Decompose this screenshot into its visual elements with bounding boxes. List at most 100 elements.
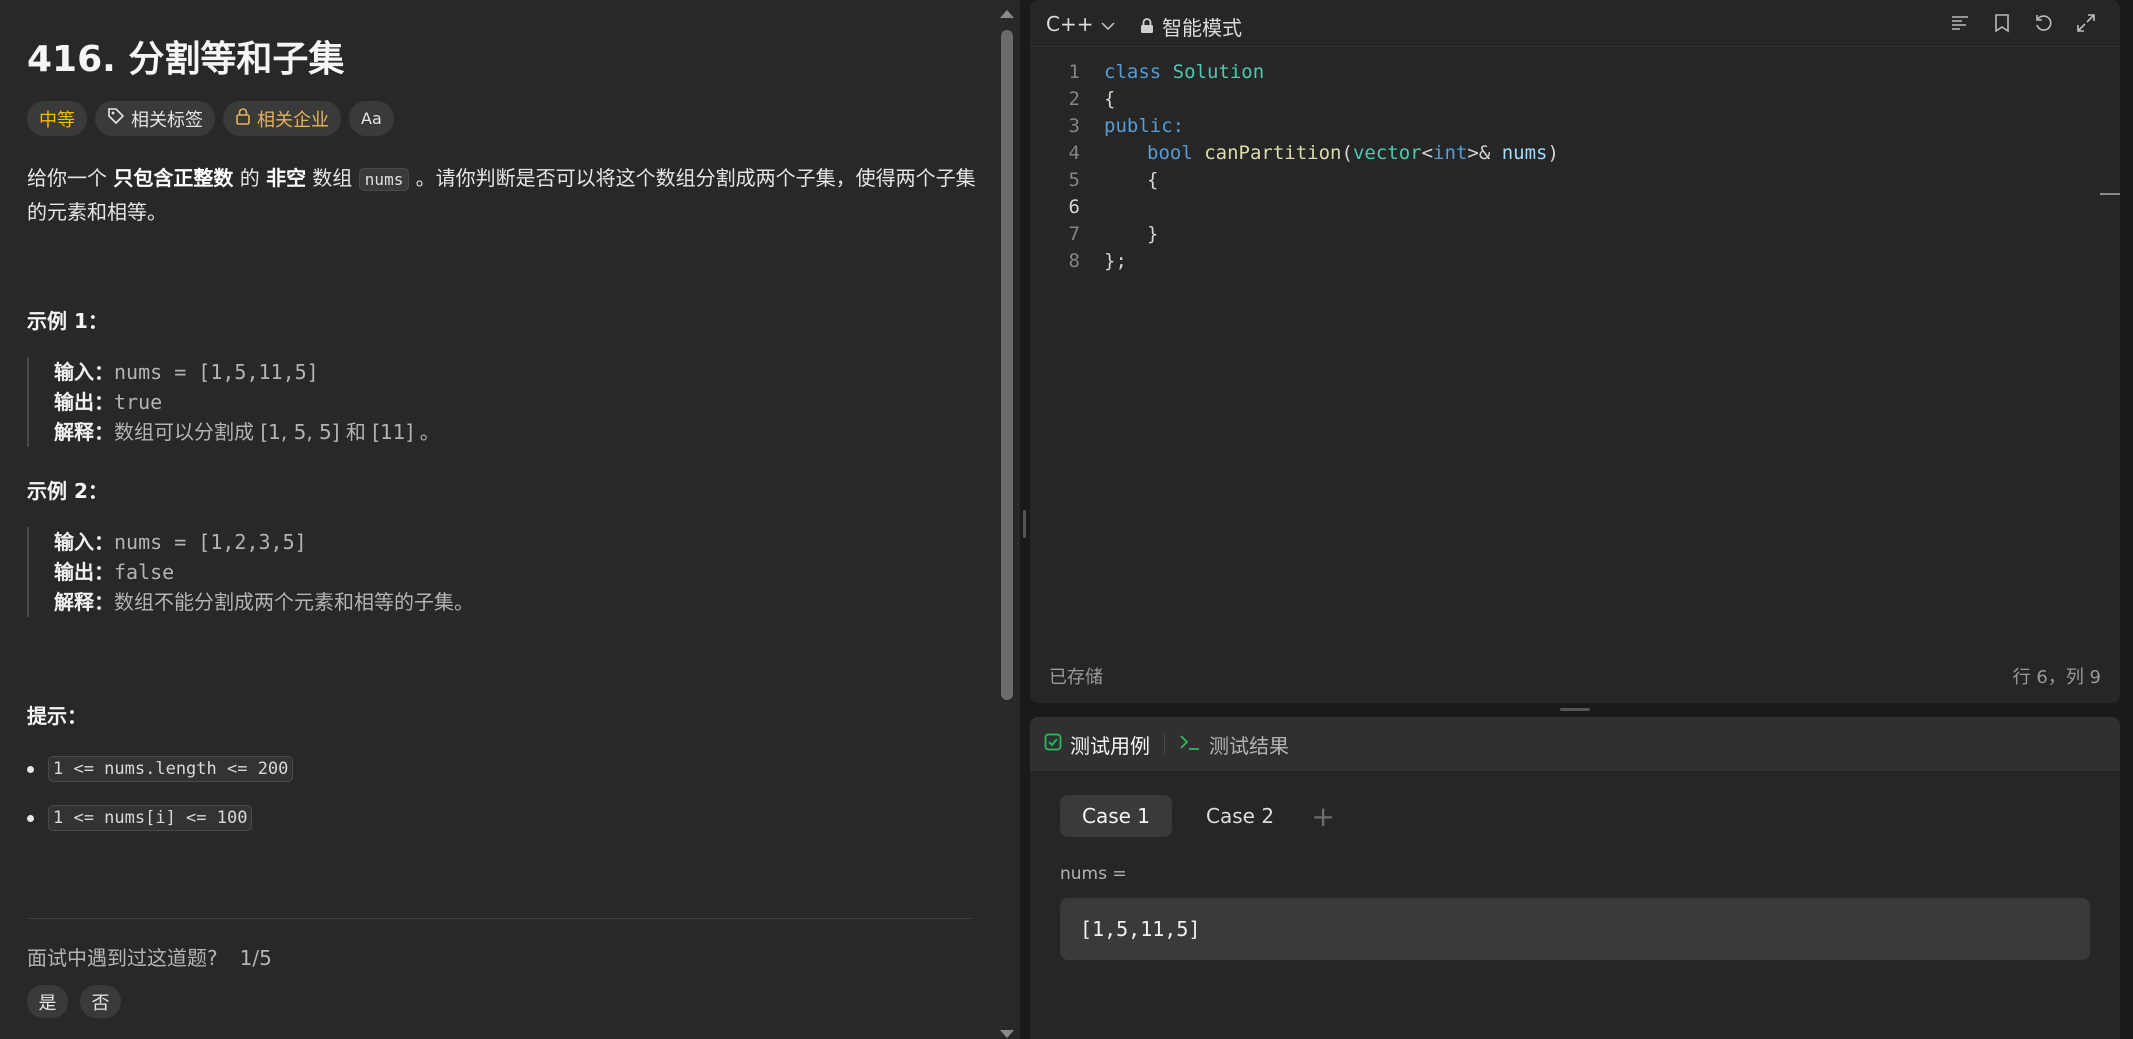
problem-title: 416. 分割等和子集 (27, 39, 345, 80)
related-companies-button[interactable]: 相关企业 (223, 101, 341, 136)
scroll-up-icon[interactable] (1000, 10, 1014, 18)
interview-question: 面试中遇到过这道题? 1/5 (27, 942, 272, 971)
code-line: 4 bool canPartition(vector<int>& nums) (1030, 139, 1559, 166)
mode-label: 智能模式 (1162, 16, 1242, 40)
code-token: { (1147, 168, 1159, 191)
reset-icon[interactable] (2032, 11, 2056, 35)
input-value: nums = [1,5,11,5] (114, 360, 319, 384)
divider (27, 918, 972, 919)
hints-title: 提示： (27, 704, 87, 728)
output-value: false (114, 560, 175, 584)
checkbox-icon (1044, 732, 1062, 756)
editor-statusbar: 已存储 行 6，列 9 (1049, 663, 2101, 689)
lock-icon (235, 107, 251, 130)
saved-status: 已存储 (1049, 667, 1103, 688)
splitter-grip[interactable] (1023, 510, 1026, 538)
bookmark-icon[interactable] (1990, 11, 2014, 35)
input-label: 输入： (54, 360, 114, 384)
problem-tags: 中等 相关标签 相关企业 Aa (27, 101, 394, 136)
code-token: int (1433, 141, 1468, 164)
code-token: < (1421, 141, 1434, 164)
format-icon[interactable] (1948, 11, 1972, 35)
cursor-position: 行 6，列 9 (2012, 667, 2101, 688)
case-2-tab[interactable]: Case 2 (1184, 795, 1296, 837)
statement-bold: 非空 (266, 166, 307, 190)
translate-button[interactable]: Aa (349, 101, 394, 136)
explain-label: 解释： (54, 420, 114, 444)
case-1-tab[interactable]: Case 1 (1060, 795, 1173, 837)
editor-actions (1948, 11, 2098, 35)
code-editor-panel: C++ 智能模式 1 class Solution 2 {3 public: … (1030, 0, 2120, 703)
output-label: 输出： (54, 560, 114, 584)
explain-value: 数组可以分割成 [1, 5, 5] 和 [11] 。 (114, 420, 440, 444)
explain-label: 解释： (54, 590, 114, 614)
problem-statement: 给你一个 只包含正整数 的 非空 数组 nums 。请你判断是否可以将这个数组分… (27, 162, 977, 228)
line-number: 8 (1068, 249, 1080, 272)
tag-icon (107, 107, 125, 130)
editor-scroll-marker[interactable] (2100, 193, 2120, 195)
fullscreen-icon[interactable] (2074, 11, 2098, 35)
code-line: 5 { (1030, 166, 1159, 193)
param-input[interactable]: [1,5,11,5] (1060, 898, 2090, 960)
line-number: 1 (1068, 60, 1080, 83)
splitter-grip[interactable] (1560, 708, 1590, 711)
scrollbar-thumb[interactable] (1001, 30, 1013, 700)
yes-button[interactable]: 是 (27, 985, 68, 1018)
line-number: 4 (1068, 141, 1080, 164)
code-token: { (1104, 87, 1116, 110)
statement-text: 数组 (306, 166, 359, 190)
code-token: >& (1467, 141, 1502, 164)
output-value: true (114, 390, 163, 414)
horizontal-splitter[interactable] (1030, 703, 2120, 717)
related-tags-label: 相关标签 (131, 109, 203, 131)
test-panel: 测试用例 测试结果 Case 1 Case 2 + nums = [1,5,11… (1030, 717, 2120, 1039)
difficulty-badge[interactable]: 中等 (27, 101, 87, 136)
line-number: 5 (1068, 168, 1080, 191)
window-edge (2120, 0, 2133, 1039)
test-panel-tabs: 测试用例 测试结果 (1030, 717, 2120, 771)
interview-question-label: 面试中遇到过这道题? (27, 946, 218, 970)
mode-selector[interactable]: 智能模式 (1140, 12, 1242, 41)
tab-testcases-label: 测试用例 (1070, 733, 1150, 758)
interview-count: 1/5 (239, 946, 272, 970)
example-2-block: 输入：nums = [1,2,3,5] 输出：false 解释：数组不能分割成两… (27, 527, 474, 617)
code-line: 1 class Solution (1030, 58, 1265, 85)
code-token: bool (1147, 141, 1193, 164)
hint-item: 1 <= nums.length <= 200 (27, 756, 294, 782)
related-tags-button[interactable]: 相关标签 (95, 101, 215, 136)
add-case-icon[interactable]: + (1308, 800, 1338, 833)
code-token: vector (1352, 141, 1422, 164)
output-label: 输出： (54, 390, 114, 414)
no-button[interactable]: 否 (80, 985, 121, 1018)
lock-icon (1140, 15, 1154, 39)
param-label: nums = (1060, 864, 1127, 884)
code-token: nums (1501, 141, 1548, 164)
translate-icon: Aa (361, 109, 382, 128)
code-token: ( (1341, 141, 1353, 164)
interview-answer-buttons: 是 否 (27, 985, 121, 1018)
scroll-down-icon[interactable] (1000, 1030, 1014, 1038)
line-number: 3 (1068, 114, 1080, 137)
description-scrollbar[interactable] (996, 0, 1016, 1039)
input-label: 输入： (54, 530, 114, 554)
statement-text: 的 (233, 166, 267, 190)
bullet (27, 814, 34, 822)
problem-description-panel: 416. 分割等和子集 中等 相关标签 相关企业 Aa 给你一个 只包含正整数 … (0, 0, 1020, 1039)
vertical-splitter[interactable] (1020, 0, 1030, 1039)
explain-value: 数组不能分割成两个元素和相等的子集。 (114, 590, 474, 614)
code-line: 2 { (1030, 85, 1116, 112)
terminal-icon (1179, 732, 1201, 756)
statement-code: nums (358, 168, 410, 191)
language-selector[interactable]: C++ (1046, 12, 1116, 36)
related-companies-label: 相关企业 (257, 109, 329, 131)
line-number: 2 (1068, 87, 1080, 110)
code-line: 7 } (1030, 220, 1159, 247)
example-1-title: 示例 1： (27, 309, 108, 333)
line-number: 7 (1068, 222, 1080, 245)
hint-code: 1 <= nums[i] <= 100 (48, 805, 253, 831)
tab-results[interactable]: 测试结果 (1165, 730, 1303, 759)
example-2-title: 示例 2： (27, 479, 108, 503)
code-line: 8 }; (1030, 247, 1127, 274)
tab-testcases[interactable]: 测试用例 (1030, 730, 1164, 759)
code-token: class (1104, 60, 1162, 83)
